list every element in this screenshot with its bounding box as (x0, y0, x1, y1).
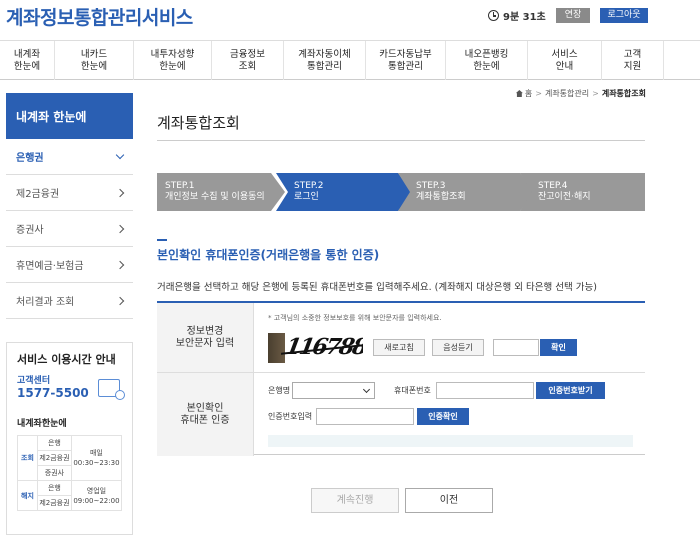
nav-item-service-guide[interactable]: 서비스 안내 (528, 41, 602, 80)
hours-time: 매일 00:30~23:30 (70, 435, 123, 481)
step-4: STEP.4 잔고이전·해지 (520, 173, 645, 211)
step-1: STEP.1 개인정보 수집 및 이용동의 (157, 173, 285, 211)
breadcrumb-home[interactable]: 홈 (525, 88, 532, 99)
sidebar-item-label: 제2금융권 (16, 189, 60, 200)
hours-org: 은행 (37, 480, 72, 496)
chevron-down-icon (362, 385, 371, 394)
service-hours-box: 서비스 이용시간 안내 고객센터 1577-5500 내계좌한눈에 조회 은행 … (6, 342, 133, 535)
chevron-right-icon (115, 260, 125, 269)
sidebar-item-dormant[interactable]: 휴면예금·보험금 (6, 247, 133, 283)
sidebar-title: 내계좌 한눈에 (6, 93, 133, 139)
title-divider (157, 140, 645, 141)
bank-label: 은행명 (268, 386, 291, 395)
hours-org: 제2금융권 (37, 495, 72, 511)
phone-auth-row: 본인확인 휴대폰 인증 은행명 휴대폰번호 인증번호받기 인증번호입력 인증확인 (157, 373, 645, 456)
sidebar-item-results[interactable]: 처리결과 조회 (6, 283, 133, 319)
breadcrumb-current: 계좌통합조회 (601, 89, 646, 98)
service-hours-table: 조회 은행 매일 00:30~23:30 제2금융권 증권사 해지 은행 영업일 0… (17, 435, 123, 511)
table-row: 해지 은행 영업일 09:00~22:00 (17, 480, 123, 511)
hours-type: 해지 (17, 480, 38, 511)
breadcrumb-separator: > (592, 89, 599, 98)
step-3: STEP.3 계좌통합조회 (398, 173, 534, 211)
section-title: 본인확인 휴대폰인증(거래은행을 통한 인증) (157, 239, 380, 262)
hours-time: 영업일 09:00~22:00 (70, 480, 123, 511)
clock-icon (488, 10, 499, 21)
previous-button[interactable]: 이전 (405, 488, 493, 513)
section-description: 거래은행을 선택하고 해당 은행에 등록된 휴대폰번호를 입력해주세요. (계좌… (157, 282, 597, 293)
chevron-right-icon (115, 224, 125, 233)
captcha-row-label: 정보변경 보안문자 입력 (157, 303, 254, 372)
continue-button[interactable]: 계속진행 (311, 488, 399, 513)
breadcrumb: 홈 > 계좌통합관리 > 계좌통합조회 (515, 88, 646, 99)
chevron-right-icon (115, 188, 125, 197)
captcha-confirm-button[interactable]: 확인 (540, 339, 577, 356)
sidebar-item-label: 처리결과 조회 (16, 297, 75, 308)
service-hours-subtitle: 내계좌한눈에 (17, 419, 67, 429)
sidebar-item-label: 은행권 (16, 153, 44, 164)
sidebar: 내계좌 한눈에 은행권 제2금융권 증권사 휴면예금·보험금 처리결과 조회 (6, 93, 133, 319)
session-timer: 9분 31초 (488, 8, 546, 23)
breadcrumb-parent[interactable]: 계좌통합관리 (545, 88, 589, 99)
phone-auth-row-label: 본인확인 휴대폰 인증 (157, 373, 254, 456)
hours-org: 제2금융권 (37, 450, 72, 466)
phone-label: 휴대폰번호 (394, 386, 431, 395)
sidebar-item-label: 증권사 (16, 225, 44, 236)
sidebar-item-securities[interactable]: 증권사 (6, 211, 133, 247)
verify-code-button[interactable]: 인증확인 (417, 408, 469, 425)
step-2-active: STEP.2 로그인 (276, 173, 412, 211)
hours-org: 증권사 (37, 465, 72, 481)
hours-org: 은행 (37, 435, 72, 451)
table-row: 조회 은행 매일 00:30~23:30 (17, 435, 123, 481)
chevron-right-icon (115, 296, 125, 305)
top-nav: 내계좌 한눈에 내카드 한눈에 내투자성향 한눈에 금융정보 조회 계좌자동이체 통합관리… (0, 40, 700, 80)
captcha-image: 116788 (268, 333, 363, 363)
hours-type: 조회 (17, 435, 38, 481)
nav-item-my-accounts[interactable]: 내계좌 한눈에 (0, 41, 55, 80)
auth-form: 정보변경 보안문자 입력 * 고객님의 소중한 정보보호를 위해 보안문자를 입력… (157, 301, 645, 456)
site-logo[interactable]: 계좌정보통합관리서비스 (6, 3, 193, 30)
code-label: 인증번호입력 (268, 412, 313, 421)
sidebar-item-label: 휴면예금·보험금 (16, 261, 84, 272)
home-icon[interactable] (515, 90, 523, 97)
service-hours-title: 서비스 이용시간 안내 (17, 353, 116, 366)
nav-item-open-banking[interactable]: 내오픈뱅킹 한눈에 (446, 41, 528, 80)
nav-item-my-cards[interactable]: 내카드 한눈에 (55, 41, 134, 80)
request-code-button[interactable]: 인증번호받기 (536, 382, 605, 399)
nav-item-auto-transfer[interactable]: 계좌자동이체 통합관리 (284, 41, 366, 80)
auth-info-bar (268, 435, 633, 447)
extend-session-button[interactable]: 연장 (556, 8, 590, 23)
header: 계좌정보통합관리서비스 9분 31초 연장 로그아웃 (0, 0, 700, 40)
sidebar-item-secondary-finance[interactable]: 제2금융권 (6, 175, 133, 211)
captcha-note: * 고객님의 소중한 정보보호를 위해 보안문자를 입력하세요. (268, 314, 442, 322)
logout-button[interactable]: 로그아웃 (600, 8, 648, 23)
session-time: 9분 31초 (503, 12, 546, 23)
customer-center-icon (98, 379, 125, 400)
breadcrumb-separator: > (535, 89, 542, 98)
page-title: 계좌통합조회 (157, 114, 240, 132)
captcha-refresh-button[interactable]: 새로고침 (373, 339, 425, 356)
code-input[interactable] (316, 408, 414, 425)
chevron-down-icon (115, 150, 125, 160)
phone-input[interactable] (436, 382, 534, 399)
step-indicator: STEP.1 개인정보 수집 및 이용동의 STEP.2 로그인 STEP.3 계좌통… (157, 173, 645, 211)
nav-item-financial-info[interactable]: 금융정보 조회 (212, 41, 284, 80)
captcha-text: 116788 (284, 334, 363, 360)
captcha-audio-button[interactable]: 음성듣기 (432, 339, 484, 356)
nav-item-card-autopay[interactable]: 카드자동납부 통합관리 (366, 41, 446, 80)
nav-item-customer-support[interactable]: 고객 지원 (602, 41, 664, 80)
captcha-row: 정보변경 보안문자 입력 * 고객님의 소중한 정보보호를 위해 보안문자를 입력… (157, 303, 645, 373)
nav-item-investment-profile[interactable]: 내투자성향 한눈에 (134, 41, 212, 80)
bank-select[interactable] (292, 382, 375, 399)
sidebar-item-bank[interactable]: 은행권 (6, 139, 133, 175)
captcha-input[interactable] (493, 339, 539, 356)
